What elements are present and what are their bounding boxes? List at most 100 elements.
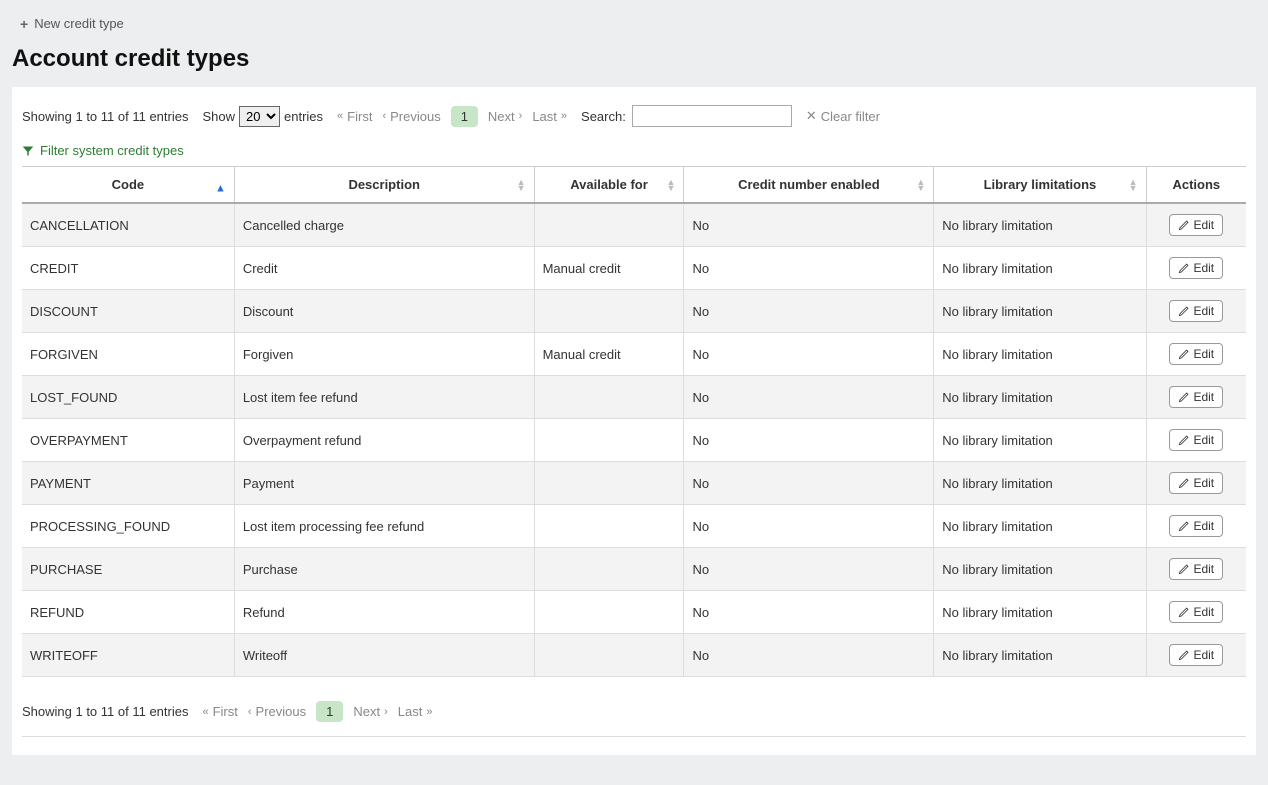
cell-library: No library limitation — [934, 203, 1146, 247]
chevron-left-icon: ‹ — [382, 110, 386, 122]
edit-button[interactable]: Edit — [1169, 257, 1223, 279]
sort-icon: ▲▼ — [517, 179, 526, 191]
search-label: Search: — [581, 109, 626, 124]
edit-label: Edit — [1193, 476, 1214, 490]
chevron-right-icon: › — [384, 706, 388, 718]
pager-last-bottom[interactable]: Last » — [398, 704, 433, 719]
cell-library: No library limitation — [934, 462, 1146, 505]
pencil-icon — [1178, 607, 1189, 618]
show-label: Show — [202, 109, 235, 124]
cell-credit-number: No — [684, 247, 934, 290]
sort-icon: ▲▼ — [667, 179, 676, 191]
search-input[interactable] — [632, 105, 792, 127]
cell-library: No library limitation — [934, 376, 1146, 419]
edit-button[interactable]: Edit — [1169, 386, 1223, 408]
cell-credit-number: No — [684, 203, 934, 247]
chevron-left-icon: ‹ — [248, 706, 252, 718]
cell-available-for — [534, 203, 684, 247]
cell-description: Writeoff — [234, 634, 534, 677]
edit-button[interactable]: Edit — [1169, 644, 1223, 666]
cell-credit-number: No — [684, 548, 934, 591]
col-header-actions: Actions — [1146, 167, 1246, 204]
edit-label: Edit — [1193, 261, 1214, 275]
edit-button[interactable]: Edit — [1169, 429, 1223, 451]
col-header-code[interactable]: Code ▲ — [22, 167, 234, 204]
cell-actions: Edit — [1146, 548, 1246, 591]
cell-library: No library limitation — [934, 591, 1146, 634]
edit-button[interactable]: Edit — [1169, 300, 1223, 322]
chevron-double-right-icon: » — [426, 706, 432, 718]
edit-label: Edit — [1193, 390, 1214, 404]
table-row: PAYMENTPaymentNoNo library limitationEdi… — [22, 462, 1246, 505]
table-row: PROCESSING_FOUNDLost item processing fee… — [22, 505, 1246, 548]
new-credit-type-button[interactable]: + New credit type — [12, 10, 132, 37]
col-header-library[interactable]: Library limitations ▲▼ — [934, 167, 1146, 204]
pager-current-top: 1 — [451, 106, 478, 127]
col-header-credit-number[interactable]: Credit number enabled ▲▼ — [684, 167, 934, 204]
edit-button[interactable]: Edit — [1169, 601, 1223, 623]
table-row: PURCHASEPurchaseNoNo library limitationE… — [22, 548, 1246, 591]
pencil-icon — [1178, 435, 1189, 446]
sort-icon: ▲▼ — [916, 179, 925, 191]
cell-available-for — [534, 376, 684, 419]
cell-actions: Edit — [1146, 591, 1246, 634]
cell-available-for — [534, 591, 684, 634]
cell-code: PROCESSING_FOUND — [22, 505, 234, 548]
cell-actions: Edit — [1146, 203, 1246, 247]
chevron-double-left-icon: « — [337, 110, 343, 122]
pager-next-top[interactable]: Next › — [488, 109, 522, 124]
cell-credit-number: No — [684, 634, 934, 677]
edit-button[interactable]: Edit — [1169, 515, 1223, 537]
cell-available-for — [534, 419, 684, 462]
clear-filter-button[interactable]: ✕ Clear filter — [806, 108, 880, 124]
pencil-icon — [1178, 650, 1189, 661]
x-icon: ✕ — [806, 108, 817, 124]
cell-library: No library limitation — [934, 247, 1146, 290]
cell-available-for — [534, 290, 684, 333]
cell-code: REFUND — [22, 591, 234, 634]
pager-first-bottom[interactable]: « First — [202, 704, 237, 719]
cell-actions: Edit — [1146, 505, 1246, 548]
pager-previous-top[interactable]: ‹ Previous — [382, 109, 440, 124]
cell-library: No library limitation — [934, 505, 1146, 548]
cell-available-for — [534, 634, 684, 677]
cell-description: Lost item processing fee refund — [234, 505, 534, 548]
entries-label: entries — [284, 109, 323, 124]
cell-code: OVERPAYMENT — [22, 419, 234, 462]
edit-label: Edit — [1193, 519, 1214, 533]
pager-current-bottom: 1 — [316, 701, 343, 722]
col-header-available-for[interactable]: Available for ▲▼ — [534, 167, 684, 204]
col-header-description[interactable]: Description ▲▼ — [234, 167, 534, 204]
filter-icon — [22, 145, 34, 157]
edit-button[interactable]: Edit — [1169, 558, 1223, 580]
cell-code: FORGIVEN — [22, 333, 234, 376]
sort-asc-icon: ▲ — [215, 182, 226, 194]
table-row: CANCELLATIONCancelled chargeNoNo library… — [22, 203, 1246, 247]
cell-credit-number: No — [684, 505, 934, 548]
pencil-icon — [1178, 306, 1189, 317]
pencil-icon — [1178, 478, 1189, 489]
cell-description: Discount — [234, 290, 534, 333]
edit-button[interactable]: Edit — [1169, 472, 1223, 494]
pager-last-top[interactable]: Last » — [532, 109, 567, 124]
edit-button[interactable]: Edit — [1169, 214, 1223, 236]
pencil-icon — [1178, 220, 1189, 231]
cell-credit-number: No — [684, 419, 934, 462]
edit-button[interactable]: Edit — [1169, 343, 1223, 365]
cell-actions: Edit — [1146, 462, 1246, 505]
entries-info-top: Showing 1 to 11 of 11 entries — [22, 109, 188, 124]
main-panel: Showing 1 to 11 of 11 entries Show 20 en… — [12, 87, 1256, 755]
cell-credit-number: No — [684, 462, 934, 505]
pager-previous-bottom[interactable]: ‹ Previous — [248, 704, 306, 719]
page-size-select[interactable]: 20 — [239, 106, 280, 127]
pager-next-bottom[interactable]: Next › — [353, 704, 387, 719]
cell-library: No library limitation — [934, 290, 1146, 333]
cell-description: Lost item fee refund — [234, 376, 534, 419]
cell-library: No library limitation — [934, 548, 1146, 591]
pager-first-top[interactable]: « First — [337, 109, 372, 124]
table-row: WRITEOFFWriteoffNoNo library limitationE… — [22, 634, 1246, 677]
cell-code: CREDIT — [22, 247, 234, 290]
filter-system-link[interactable]: Filter system credit types — [22, 143, 184, 158]
pencil-icon — [1178, 263, 1189, 274]
edit-label: Edit — [1193, 562, 1214, 576]
